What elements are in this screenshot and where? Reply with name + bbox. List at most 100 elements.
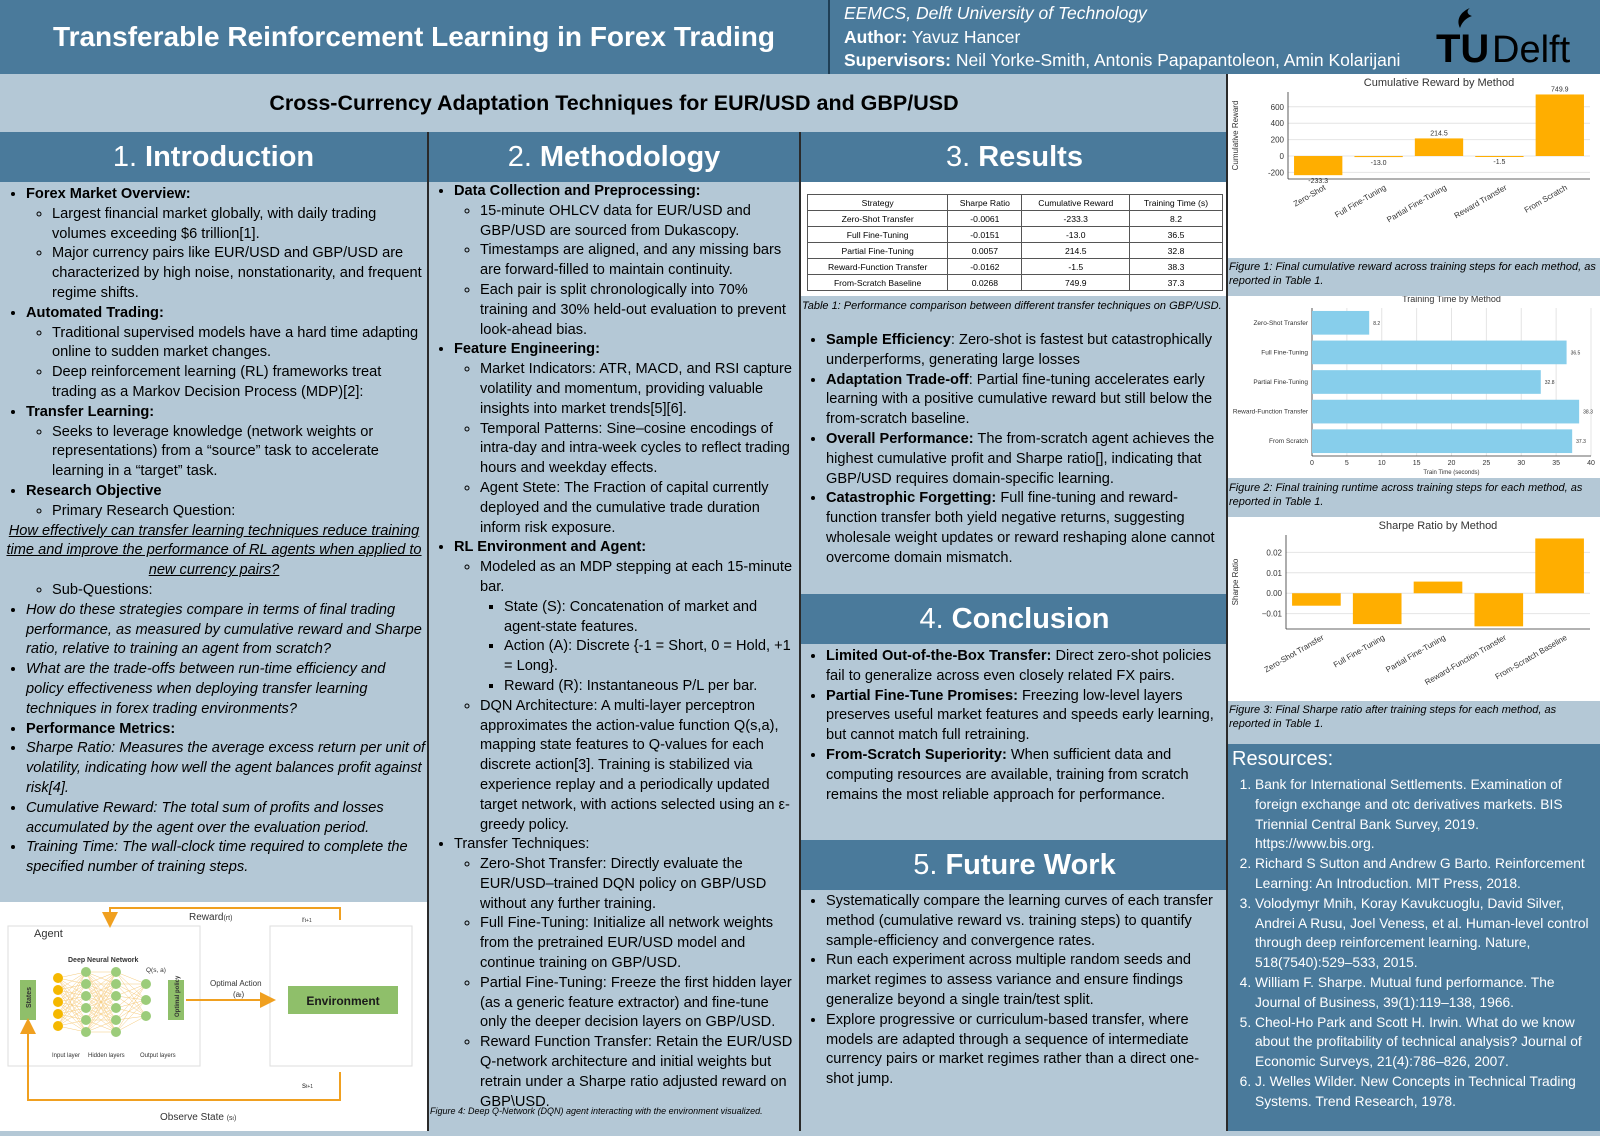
bar: [1474, 593, 1524, 627]
data-label: 38.3: [1583, 410, 1593, 416]
author-label: Author:: [844, 26, 908, 47]
list-item: Major currency pairs like EUR/USD and GB…: [52, 244, 426, 303]
list-item: Sharpe Ratio: Measures the average exces…: [26, 739, 426, 798]
list-item: Reward (R): Instantaneous P/L per bar.: [504, 677, 799, 697]
list-item: DQN Architecture: A multi-layer perceptr…: [480, 697, 799, 836]
x-tick-label: From Scratch: [1523, 183, 1569, 215]
list-item: Agent Stete: The Fraction of capital cur…: [480, 479, 799, 538]
environment-label: Environment: [306, 994, 379, 1008]
x-tick-label: 25: [1482, 460, 1490, 467]
chart-training-time: Training Time by Method 0 5 10 15 20 25 30 35 40 T…: [1228, 294, 1600, 478]
table-cell: Full Fine-Tuning: [806, 226, 949, 243]
network-node: [111, 1015, 121, 1025]
figure2-caption: Figure 2: Final training runtime across …: [1229, 482, 1583, 508]
network-node: [81, 1003, 91, 1013]
list-item: Adaptation Trade-off: Partial fine-tunin…: [826, 371, 1226, 430]
table-cell: -0.0151: [947, 226, 1023, 243]
optimal-action-label: Optimal Action: [210, 979, 262, 988]
header-info: EEMCS, Delft University of Technology Au…: [844, 2, 1404, 73]
chart-title: Sharpe Ratio by Method: [1379, 520, 1498, 532]
list-item: Run each experiment across multiple rand…: [826, 951, 1226, 1010]
list-item: Seeks to leverage knowledge (network wei…: [52, 423, 426, 482]
bar: [1312, 340, 1567, 365]
x-tick-label: 15: [1413, 460, 1421, 467]
data-label: 8.2: [1373, 321, 1380, 327]
data-label: 214.5: [1430, 130, 1448, 137]
bar: [1294, 156, 1343, 176]
table-cell: 0.0057: [947, 242, 1023, 259]
flame-icon: TU Delft: [1436, 8, 1571, 71]
y-tick-label: 0.02: [1266, 548, 1282, 557]
y-tick-label: 0.01: [1266, 569, 1282, 578]
table-row: Reward-Function Transfer -0.0162 -1.5 38.3: [806, 258, 1223, 275]
x-tick-label: Partial Fine-Tuning: [1384, 633, 1447, 674]
y-axis-label: Cumulative Reward: [1231, 101, 1240, 171]
data-label: 32.8: [1545, 380, 1555, 386]
network-node: [81, 991, 91, 1001]
table-cell: From-Scratch Baseline: [806, 274, 949, 291]
chart-title: Training Time by Method: [1402, 296, 1501, 304]
table-row: Full Fine-Tuning -0.0151 -13.0 36.5: [806, 226, 1223, 243]
list-item: Training Time: The wall-clock time requi…: [26, 838, 426, 878]
section-number: 5.: [913, 848, 938, 881]
figure4-caption: Figure 4: Deep Q-Network (DQN) agent int…: [430, 1106, 763, 1116]
list-item: Primary Research Question:: [52, 502, 426, 522]
bar: [1535, 538, 1584, 594]
network-node: [81, 1027, 91, 1037]
list-item: 15-minute OHLCV data for EUR/USD and GBP…: [480, 202, 799, 242]
table-cell: 32.8: [1129, 242, 1223, 259]
table-header-cell: Training Time (s): [1129, 194, 1223, 211]
data-label: 749.9: [1551, 86, 1569, 93]
y-tick-label: −0.01: [1262, 610, 1283, 619]
network-node: [53, 973, 63, 983]
list-item: What are the trade-offs between run-time…: [26, 660, 426, 719]
network-node: [53, 1021, 63, 1031]
table-cell: -0.0162: [947, 258, 1023, 275]
states-label: States: [26, 987, 33, 1008]
resource-item: J. Welles Wilder. New Concepts in Techni…: [1255, 1072, 1596, 1112]
bar: [1312, 310, 1370, 335]
supervisors-names: Neil Yorke-Smith, Antonis Papapantoleon,…: [955, 50, 1401, 70]
poster-subtitle: Cross-Currency Adaptation Techniques for…: [269, 90, 959, 115]
y-tick-label: 0.00: [1266, 589, 1282, 598]
chart-sharpe-ratio: Sharpe Ratio by Method −0.01 0.00 0.01 0.02 S…: [1228, 517, 1600, 701]
bar: [1352, 593, 1402, 625]
bar: [1312, 370, 1541, 394]
data-label: -13.0: [1371, 160, 1387, 167]
list-item: Temporal Patterns: Sine–cosine encodings…: [480, 420, 799, 479]
network-nodes: [53, 967, 151, 1037]
research-question: How effectively can transfer learning te…: [6, 522, 422, 579]
list-item: Full Fine-Tuning: Initialize all network…: [480, 914, 799, 973]
chart-cumulative-reward: Cumulative Reward by Method -200 0 200 400 60…: [1228, 74, 1600, 258]
resources-heading: Resources:: [1232, 748, 1334, 770]
list-item: Largest financial market globally, with …: [52, 205, 426, 245]
figure3-caption: Figure 3: Final Sharpe ratio after train…: [1229, 704, 1557, 730]
x-tick-label: Zero-Shot: [1292, 183, 1328, 209]
y-tick-label: 200: [1271, 136, 1285, 145]
affiliation: EEMCS, Delft University of Technology: [844, 3, 1147, 23]
table-row: Partial Fine-Tuning 0.0057 214.5 32.8: [806, 242, 1223, 259]
figure1-caption: Figure 1: Final cumulative reward across…: [1229, 261, 1596, 287]
section-bar-methodology: 2. Methodology: [429, 132, 799, 182]
data-label: -233.3: [1308, 178, 1328, 185]
bar: [1414, 138, 1464, 157]
section-bar-results: 3. Results: [801, 132, 1228, 182]
x-tick-label: 30: [1517, 460, 1525, 467]
network-node: [81, 1015, 91, 1025]
data-label: 36.5: [1571, 350, 1581, 356]
table-row: From-Scratch Baseline 0.0268 749.9 37.3: [806, 274, 1223, 291]
table-cell: -13.0: [1021, 226, 1131, 243]
network-node: [53, 1009, 63, 1019]
table-cell: Zero-Shot Transfer: [806, 210, 949, 227]
list-item: Cumulative Reward: The total sum of prof…: [26, 799, 426, 839]
x-tick-label: Zero-Shot Transfer: [1263, 633, 1326, 675]
next-state-label: st+1: [302, 1081, 313, 1090]
list-item: Timestamps are aligned, and any missing …: [480, 241, 799, 281]
data-label: 37.3: [1576, 439, 1586, 445]
dqn-diagram: Agent Deep Neural Network Reward(rt) rt+…: [0, 902, 427, 1131]
list-item: Sub-Questions:: [26, 581, 426, 601]
x-tick-label: Full Fine-Tuning: [1333, 183, 1387, 220]
resources-panel: Resources: Bank for International Settle…: [1228, 744, 1600, 1131]
output-layers-label: Output layers: [140, 1053, 176, 1059]
resource-item: Cheol-Ho Park and Scott H. Irwin. What d…: [1255, 1013, 1596, 1072]
